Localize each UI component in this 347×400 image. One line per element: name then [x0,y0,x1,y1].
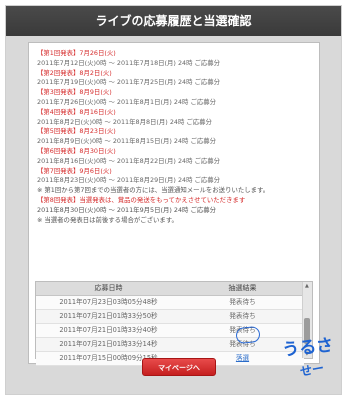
announcement-item: 【第1回発表】7月26日(火) 2011年7月12日(火)0時 ～ 2011年7… [37,49,319,69]
announcement-range: 2011年8月16日(火)0時 ～ 2011年8月22日(月) 24時 ご応募分 [37,156,221,165]
column-header-date: 応募日時 [94,284,123,292]
page-title: ライブの応募履歴と当選確認 [6,6,341,36]
announcement-item: 【第7回発表】9月6日(火) 2011年8月23日(火)0時 ～ 2011年8月… [37,167,319,187]
note-line: ※ 第1回から第7回までの当選者の方には、当選通知メールをお送りいたします。 [37,186,270,195]
table-row: 2011年07月21日01時33分40秒 発表待ち [36,324,304,338]
announcement-item: 【第2回発表】8月2日(火) 2011年7月19日(火)0時 ～ 2011年7月… [37,69,319,89]
entry-date: 2011年07月21日01時33分40秒 [59,326,158,334]
announcement-range: 2011年7月12日(火)0時 ～ 2011年7月18日(月) 24時 ご応募分 [37,58,221,67]
announcement-item: 【第5回発表】8月23日(火) 2011年8月9日(火)0時 ～ 2011年8月… [37,127,319,147]
table-header: 応募日時 抽選結果 [36,282,304,296]
note-line: ※ 当選者の発表日は前後する場合がございます。 [37,215,178,224]
entry-date: 2011年07月23日03時05分48秒 [59,298,158,306]
history-table-container: 応募日時 抽選結果 2011年07月23日03時05分48秒 発表待ち 2011… [35,281,313,366]
content-panel: 【第1回発表】7月26日(火) 2011年7月12日(火)0時 ～ 2011年7… [28,42,320,366]
history-table: 応募日時 抽選結果 2011年07月23日03時05分48秒 発表待ち 2011… [36,282,304,366]
entry-result: 発表待ち [229,312,256,320]
announcement-heading: 【第6回発表】8月30日(火) [37,146,116,155]
announcement-heading: 【第4回発表】8月16日(火) [37,107,116,116]
announcement-range: 2011年8月2日(火)0時 ～ 2011年8月8日(月) 24時 ご応募分 [37,117,212,126]
note-line: 2011年8月30日(火)0時 ～ 2011年9月5日(月) 24時 ご応募分 [37,205,217,214]
announcement-range: 2011年7月19日(火)0時 ～ 2011年7月25日(月) 24時 ご応募分 [37,78,221,87]
column-header-result: 抽選結果 [228,284,257,292]
announcement-list: 【第1回発表】7月26日(火) 2011年7月12日(火)0時 ～ 2011年7… [37,49,319,225]
lost-result-link[interactable]: 落選 [236,354,249,362]
note-highlight: 【第8回発表】当選発表は、賞品の発送をもってかえさせていただきます [37,195,246,204]
announcement-range: 2011年7月26日(火)0時 ～ 2011年8月1日(月) 24時 ご応募分 [37,97,217,106]
scroll-up-icon[interactable]: ▲ [305,283,309,289]
announcement-heading: 【第1回発表】7月26日(火) [37,49,116,57]
table-row: 2011年07月23日03時05分48秒 発表待ち [36,296,304,310]
entry-result: 発表待ち [229,298,256,306]
announcement-heading: 【第3回発表】8月9日(火) [37,88,112,97]
handwritten-annotation: うるさ [281,335,335,361]
notes-block: ※ 第1回から第7回までの当選者の方には、当選通知メールをお送りいたします。 【… [37,186,319,225]
table-row: 2011年07月21日01時33分14秒 発表待ち [36,338,304,352]
announcement-heading: 【第7回発表】9月6日(火) [37,166,112,175]
announcement-range: 2011年8月23日(火)0時 ～ 2011年8月29日(月) 24時 ご応募分 [37,176,221,185]
entry-date: 2011年07月21日01時33分14秒 [59,340,158,348]
table-row: 2011年07月21日01時33分50秒 発表待ち [36,310,304,324]
announcement-item: 【第4回発表】8月16日(火) 2011年8月2日(火)0時 ～ 2011年8月… [37,108,319,128]
announcement-item: 【第3回発表】8月9日(火) 2011年7月26日(火)0時 ～ 2011年8月… [37,88,319,108]
announcement-heading: 【第5回発表】8月23日(火) [37,127,116,136]
announcement-range: 2011年8月9日(火)0時 ～ 2011年8月15日(月) 24時 ご応募分 [37,137,217,146]
mypage-button[interactable]: マイページへ [142,358,216,376]
announcement-item: 【第6回発表】8月30日(火) 2011年8月16日(火)0時 ～ 2011年8… [37,147,319,167]
entry-date: 2011年07月21日01時33分50秒 [59,312,158,320]
announcement-heading: 【第2回発表】8月2日(火) [37,68,112,77]
